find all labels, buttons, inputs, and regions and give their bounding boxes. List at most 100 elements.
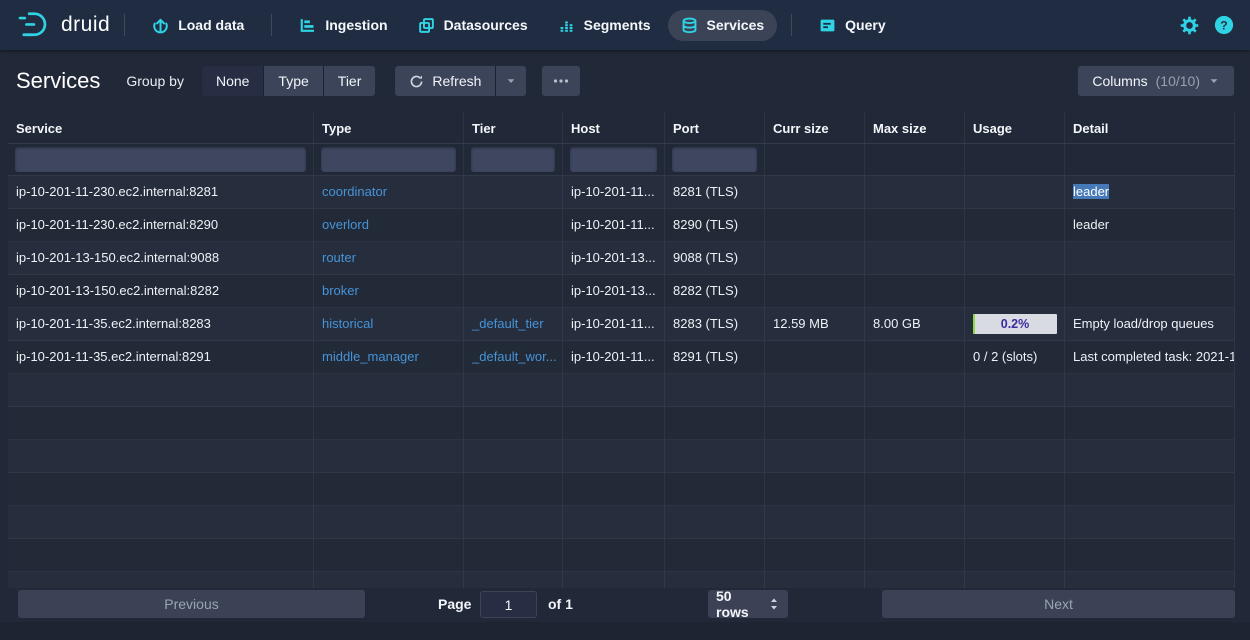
cell-detail: Empty load/drop queues [1065, 308, 1235, 340]
help-button[interactable]: ? [1214, 15, 1234, 35]
cell-link-type[interactable]: overlord [322, 217, 369, 232]
filter-input-type[interactable] [321, 147, 456, 172]
cell-link-type[interactable]: coordinator [322, 184, 387, 199]
page-number-input[interactable] [480, 591, 537, 618]
cell-port: 9088 (TLS) [665, 242, 765, 274]
cell-detail [1065, 506, 1235, 538]
cell-service [8, 572, 314, 588]
nav-item-label: Load data [178, 17, 244, 33]
bar-chart-icon [558, 17, 575, 34]
column-header-host[interactable]: Host [563, 112, 665, 143]
filter-cell-detail [1065, 144, 1235, 175]
column-header-detail[interactable]: Detail [1065, 112, 1235, 143]
cell-service: ip-10-201-11-230.ec2.internal:8281 [8, 176, 314, 208]
column-header-max_size[interactable]: Max size [865, 112, 965, 143]
cell-link-type[interactable]: broker [322, 283, 359, 298]
nav-item-segments[interactable]: Segments [545, 10, 664, 41]
filter-input-host[interactable] [570, 147, 657, 172]
cell-link-type[interactable]: middle_manager [322, 349, 419, 364]
table-row-empty [8, 572, 1235, 588]
filter-cell-port [665, 144, 765, 175]
nav-item-ingestion[interactable]: Ingestion [286, 10, 400, 41]
nav-item-query[interactable]: Query [806, 10, 898, 41]
cell-host [563, 440, 665, 472]
more-actions-button[interactable] [542, 66, 580, 96]
nav-item-label: Datasources [444, 17, 528, 33]
cell-usage [965, 506, 1065, 538]
refresh-button[interactable]: Refresh [395, 66, 495, 96]
cell-tier [464, 572, 563, 588]
cell-max_size [865, 275, 965, 307]
nav-item-label: Segments [584, 17, 651, 33]
column-header-usage[interactable]: Usage [965, 112, 1065, 143]
cell-host [563, 572, 665, 588]
settings-button[interactable] [1180, 16, 1199, 35]
cell-max_size: 8.00 GB [865, 308, 965, 340]
cell-service [8, 374, 314, 406]
cell-detail [1065, 473, 1235, 505]
cell-usage [965, 539, 1065, 571]
nav-item-datasources[interactable]: Datasources [405, 10, 541, 41]
column-header-curr_size[interactable]: Curr size [765, 112, 865, 143]
cell-port: 8282 (TLS) [665, 275, 765, 307]
columns-dropdown-button[interactable]: Columns (10/10) [1078, 66, 1234, 96]
column-header-port[interactable]: Port [665, 112, 765, 143]
cell-type [314, 473, 464, 505]
cell-tier [464, 539, 563, 571]
filter-input-service[interactable] [15, 147, 306, 172]
cell-curr_size [765, 209, 865, 241]
services-table: ServiceTypeTierHostPortCurr sizeMax size… [8, 112, 1235, 588]
filter-input-tier[interactable] [471, 147, 555, 172]
bottom-strip [0, 622, 1250, 640]
cell-link-tier[interactable]: _default_tier [472, 316, 544, 331]
filter-cell-tier [464, 144, 563, 175]
cell-link-type[interactable]: historical [322, 316, 373, 331]
table-row-empty [8, 539, 1235, 572]
cell-tier [464, 275, 563, 307]
cell-port: 8290 (TLS) [665, 209, 765, 241]
cell-link-type[interactable]: router [322, 250, 356, 265]
columns-label: Columns [1092, 73, 1147, 89]
previous-page-button[interactable]: Previous [18, 590, 365, 618]
cell-tier [464, 506, 563, 538]
table-row: ip-10-201-11-35.ec2.internal:8283histori… [8, 308, 1235, 341]
group-by-label: Group by [126, 73, 184, 89]
filter-cell-curr_size [765, 144, 865, 175]
druid-logo[interactable]: druid [16, 10, 110, 40]
cell-usage [965, 275, 1065, 307]
nav-item-load-data[interactable]: Load data [139, 10, 257, 41]
cell-tier [464, 374, 563, 406]
filter-input-port[interactable] [672, 147, 757, 172]
cell-usage: 0 / 2 (slots) [965, 341, 1065, 373]
chevron-down-icon [1208, 75, 1220, 87]
cell-type [314, 572, 464, 588]
column-header-tier[interactable]: Tier [464, 112, 563, 143]
cell-service: ip-10-201-11-230.ec2.internal:8290 [8, 209, 314, 241]
cell-host: ip-10-201-13... [563, 242, 665, 274]
cell-port [665, 539, 765, 571]
cell-detail [1065, 572, 1235, 588]
cell-tier: _default_wor... [464, 341, 563, 373]
cell-tier [464, 176, 563, 208]
nav-item-label: Ingestion [325, 17, 387, 33]
table-row-empty [8, 374, 1235, 407]
cell-usage [965, 209, 1065, 241]
gantt-icon [299, 17, 316, 34]
console-icon [819, 17, 836, 34]
group-by-type-button[interactable]: Type [264, 66, 322, 96]
next-page-button[interactable]: Next [882, 590, 1235, 618]
nav-item-services[interactable]: Services [668, 10, 778, 41]
cell-link-tier[interactable]: _default_wor... [472, 349, 557, 364]
column-header-service[interactable]: Service [8, 112, 314, 143]
cell-type [314, 539, 464, 571]
chevron-down-icon [505, 75, 517, 87]
refresh-dropdown-button[interactable] [496, 66, 526, 96]
cell-usage [965, 572, 1065, 588]
group-by-tier-button[interactable]: Tier [324, 66, 376, 96]
column-header-type[interactable]: Type [314, 112, 464, 143]
group-by-none-button[interactable]: None [202, 66, 263, 96]
cell-tier [464, 242, 563, 274]
rows-per-page-select[interactable]: 50 rows [708, 590, 788, 618]
svg-text:?: ? [1220, 18, 1227, 32]
table-row-empty [8, 440, 1235, 473]
